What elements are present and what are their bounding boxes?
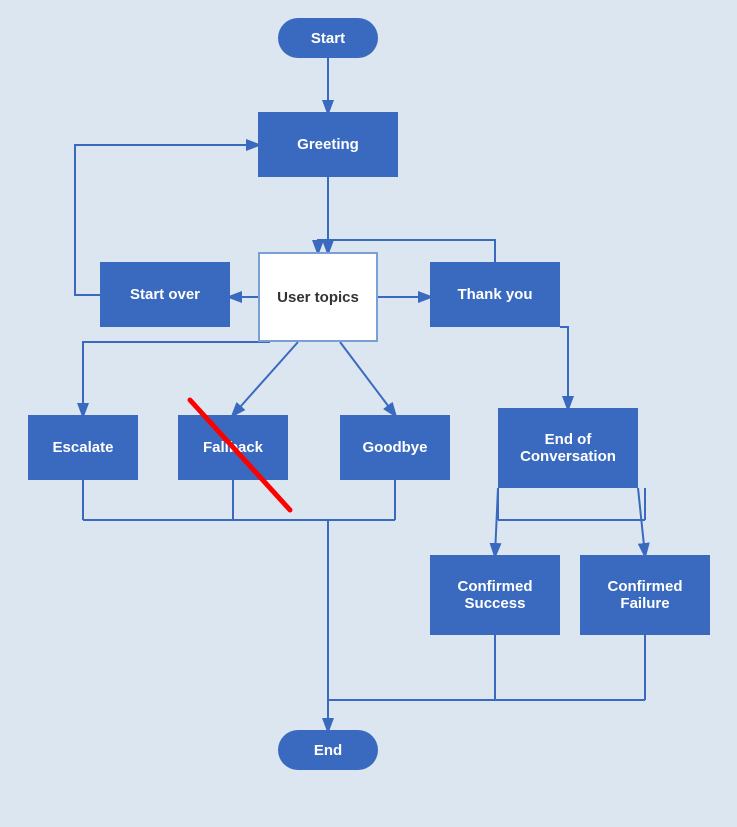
- user-topics-node: User topics: [258, 252, 378, 342]
- confirmed-failure-label: Confirmed Failure: [608, 578, 683, 612]
- start-over-node: Start over: [100, 262, 230, 327]
- greeting-label: Greeting: [297, 136, 359, 153]
- thank-you-label: Thank you: [457, 286, 532, 303]
- confirmed-failure-node: Confirmed Failure: [580, 555, 710, 635]
- start-label: Start: [311, 30, 345, 47]
- greeting-node: Greeting: [258, 112, 398, 177]
- start-node: Start: [278, 18, 378, 58]
- confirmed-success-node: Confirmed Success: [430, 555, 560, 635]
- start-over-label: Start over: [130, 286, 200, 303]
- fallback-node: Fallback: [178, 415, 288, 480]
- escalate-label: Escalate: [53, 439, 114, 456]
- end-node: End: [278, 730, 378, 770]
- fallback-label: Fallback: [203, 439, 263, 456]
- thank-you-node: Thank you: [430, 262, 560, 327]
- user-topics-label: User topics: [277, 289, 359, 306]
- goodbye-node: Goodbye: [340, 415, 450, 480]
- confirmed-success-label: Confirmed Success: [458, 578, 533, 612]
- end-label: End: [314, 742, 342, 759]
- end-of-conversation-node: End of Conversation: [498, 408, 638, 488]
- end-of-conversation-label: End of Conversation: [520, 431, 616, 465]
- flowchart: Start Greeting User topics Start over Th…: [0, 0, 737, 827]
- goodbye-label: Goodbye: [362, 439, 427, 456]
- escalate-node: Escalate: [28, 415, 138, 480]
